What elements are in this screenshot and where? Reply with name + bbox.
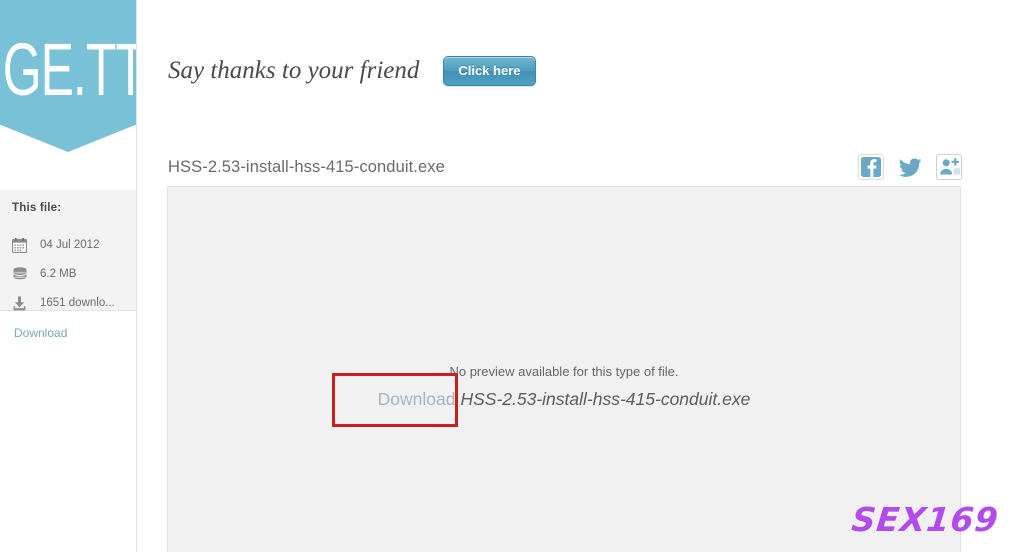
file-info-row-date: 04 Jul 2012 bbox=[12, 234, 130, 256]
main-content: Say thanks to your friend Click here HSS… bbox=[137, 0, 1011, 552]
preview-placeholder: No preview available for this type of fi… bbox=[168, 365, 960, 409]
sidebar-download-link[interactable]: Download bbox=[14, 326, 67, 340]
calendar-icon bbox=[12, 235, 34, 255]
click-here-button[interactable]: Click here bbox=[443, 56, 536, 86]
file-date-value: 04 Jul 2012 bbox=[40, 239, 100, 251]
google-plus-icon[interactable] bbox=[936, 154, 962, 180]
twitter-icon[interactable] bbox=[897, 154, 923, 180]
gett-logo-text: GE.TT bbox=[2, 29, 145, 113]
share-icons-group bbox=[858, 154, 962, 180]
preview-file-name: HSS-2.53-install-hss-415-conduit.exe bbox=[460, 389, 751, 409]
file-preview-area: No preview available for this type of fi… bbox=[167, 186, 961, 552]
preview-download-line: Download HSS-2.53-install-hss-415-conduit… bbox=[168, 389, 960, 409]
file-info-title: This file: bbox=[12, 202, 62, 214]
file-downloads-value: 1651 downlo... bbox=[40, 297, 115, 309]
download-icon bbox=[12, 293, 34, 313]
facebook-icon[interactable] bbox=[858, 154, 884, 180]
database-icon bbox=[12, 264, 34, 284]
file-name-heading: HSS-2.53-install-hss-415-conduit.exe bbox=[168, 158, 445, 176]
no-preview-message: No preview available for this type of fi… bbox=[449, 364, 679, 379]
left-sidebar: GE.TT This file: 04 Jul 2012 6.2 MB 1651… bbox=[0, 0, 137, 552]
file-size-value: 6.2 MB bbox=[40, 268, 77, 280]
watermark-text: SEX169 bbox=[849, 500, 1001, 539]
file-info-panel: This file: 04 Jul 2012 6.2 MB 1651 downl… bbox=[0, 190, 136, 311]
gett-logo-banner[interactable]: GE.TT bbox=[0, 0, 136, 152]
preview-download-link[interactable]: Download bbox=[378, 389, 456, 409]
file-info-row-downloads: 1651 downlo... bbox=[12, 292, 130, 314]
thanks-bar: Say thanks to your friend Click here bbox=[168, 52, 536, 90]
file-info-row-size: 6.2 MB bbox=[12, 263, 130, 285]
thanks-message: Say thanks to your friend bbox=[168, 57, 420, 84]
